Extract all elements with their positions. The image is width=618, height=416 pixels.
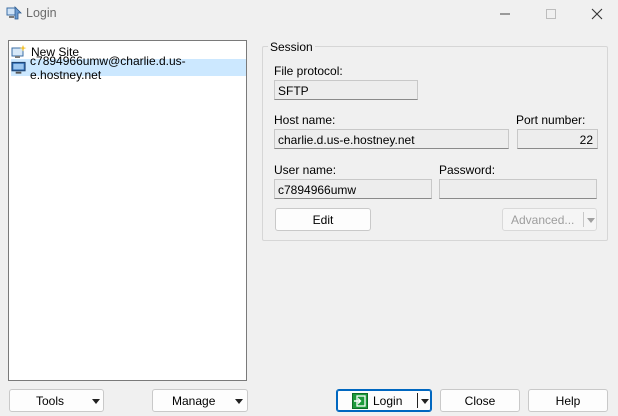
user-name-label: User name:: [274, 163, 337, 177]
session-group-label: Session: [268, 40, 315, 54]
close-icon: [591, 8, 603, 20]
tools-button-label: Tools: [36, 393, 65, 408]
advanced-button-label: Advanced...: [511, 212, 575, 227]
edit-button[interactable]: Edit: [275, 208, 371, 231]
maximize-icon: [546, 9, 556, 19]
host-name-input[interactable]: charlie.d.us-e.hostney.net: [274, 129, 509, 149]
tools-button[interactable]: Tools: [9, 389, 104, 412]
close-window-button[interactable]: [574, 0, 618, 28]
help-button-label: Help: [555, 393, 581, 408]
minimize-button[interactable]: [482, 0, 528, 28]
winscp-app-icon: [6, 6, 22, 20]
chevron-down-icon[interactable]: [421, 399, 429, 404]
host-name-label: Host name:: [274, 113, 336, 127]
help-button[interactable]: Help: [528, 389, 608, 412]
user-name-input[interactable]: c7894966umw: [274, 179, 432, 199]
chevron-down-icon: [235, 399, 243, 404]
file-protocol-label: File protocol:: [274, 64, 343, 78]
login-button[interactable]: Login: [336, 389, 432, 412]
site-item-label: c7894966umw@charlie.d.us-e.hostney.net: [30, 53, 186, 82]
manage-button-label: Manage: [172, 393, 216, 408]
site-item-hostney[interactable]: c7894966umw@charlie.d.us-e.hostney.net: [11, 54, 246, 82]
login-split-separator: [417, 393, 418, 408]
advanced-button[interactable]: Advanced...: [502, 208, 597, 231]
maximize-button[interactable]: [528, 0, 574, 28]
close-button-label: Close: [464, 393, 496, 408]
password-input[interactable]: [439, 179, 597, 199]
port-number-label: Port number:: [516, 113, 586, 127]
computer-icon: [11, 61, 26, 74]
password-label: Password:: [439, 163, 496, 177]
chevron-down-icon[interactable]: [587, 218, 595, 223]
login-button-label: Login: [373, 393, 403, 408]
advanced-split-separator: [583, 212, 584, 227]
window-title: Login: [26, 6, 57, 20]
site-tree[interactable]: New Site c7894966umw@charlie.d.us-e.host…: [8, 40, 247, 381]
new-site-icon: [11, 44, 27, 58]
manage-button[interactable]: Manage: [152, 389, 248, 412]
port-number-input[interactable]: 22: [517, 129, 598, 149]
edit-button-label: Edit: [312, 212, 334, 227]
file-protocol-select[interactable]: SFTP: [274, 80, 418, 100]
chevron-down-icon: [92, 399, 100, 404]
login-icon: [352, 392, 368, 409]
minimize-icon: [500, 13, 510, 15]
close-button[interactable]: Close: [440, 389, 520, 412]
